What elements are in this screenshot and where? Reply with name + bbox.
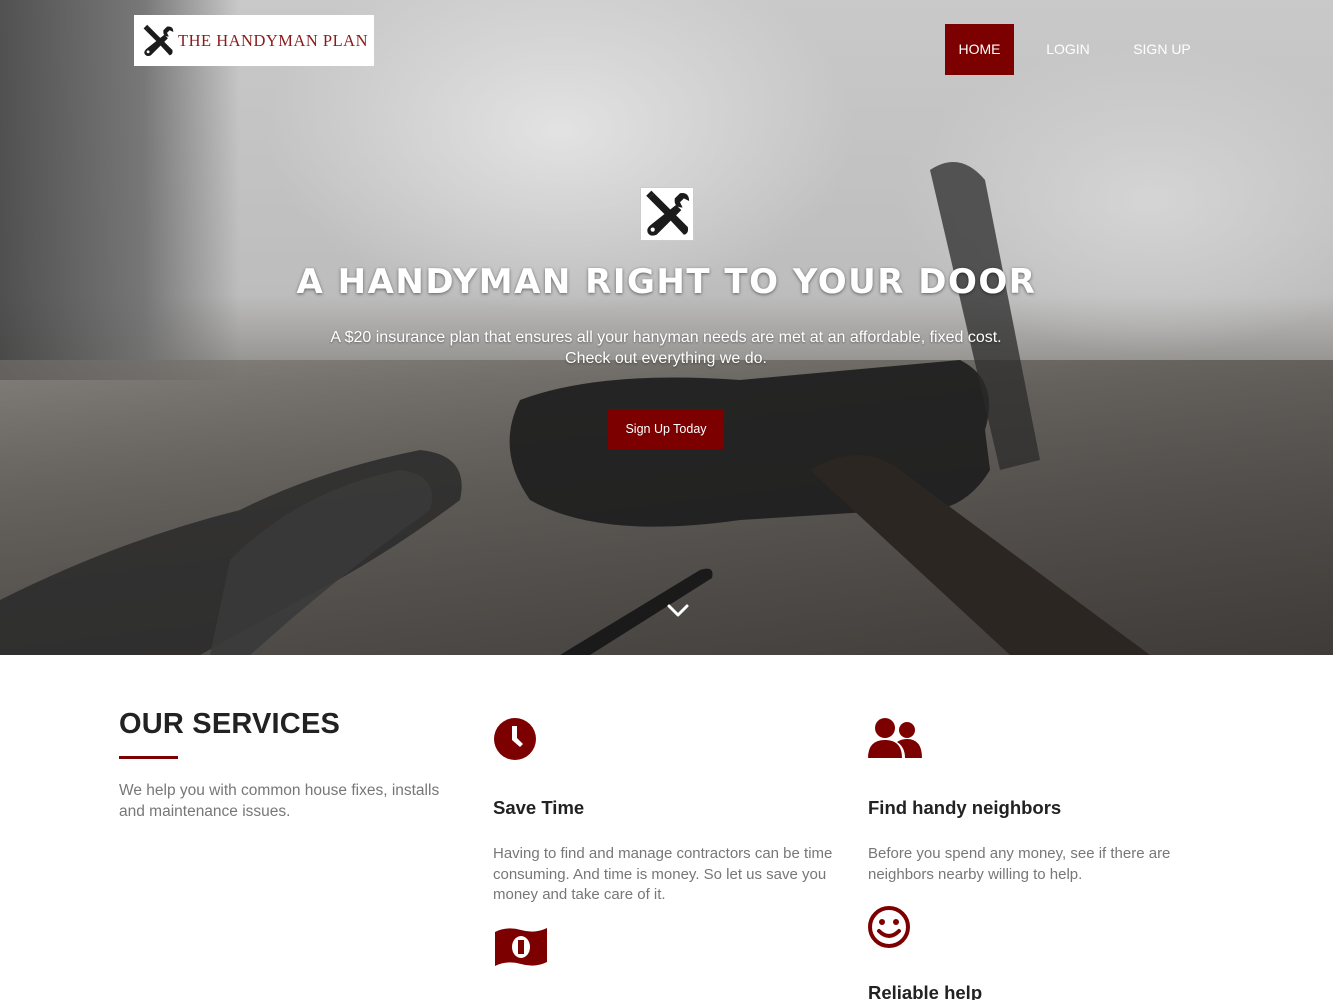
brand-logo[interactable]: THE HANDYMAN PLAN (134, 15, 374, 66)
service-text-find-handy-neighbors: Before you spend any money, see if there… (868, 845, 1171, 883)
sign-up-today-button[interactable]: Sign Up Today (608, 409, 724, 449)
wrench-screwdriver-icon (646, 190, 690, 236)
hero-subtitle-line-1: A $20 insurance plan that ensures all yo… (330, 329, 1002, 346)
clock-icon (494, 718, 536, 760)
smile-icon (868, 906, 910, 948)
users-icon (868, 718, 922, 758)
hero-subtitle: A $20 insurance plan that ensures all yo… (316, 327, 1016, 369)
service-text-save-time: Having to find and manage contractors ca… (493, 845, 833, 903)
service-heading-reliable-help: Reliable help (868, 982, 983, 1000)
brand-name: THE HANDYMAN PLAN (178, 30, 368, 50)
hero-subtitle-line-2: Check out everything we do. (565, 350, 767, 367)
services-title-underline (119, 756, 178, 759)
chevron-down-icon[interactable] (666, 598, 690, 622)
nav-login[interactable]: LOGIN (1036, 24, 1100, 75)
hero-logo (640, 187, 694, 241)
service-heading-save-time: Save Time (493, 797, 585, 818)
hero-section: THE HANDYMAN PLAN HOME LOGIN SIGN UP A H… (0, 0, 1333, 655)
money-icon (495, 928, 547, 966)
service-heading-find-handy-neighbors: Find handy neighbors (868, 797, 1062, 818)
hero-title: A HANDYMAN RIGHT TO YOUR DOOR (296, 262, 1037, 302)
services-description: We help you with common house fixes, ins… (119, 782, 440, 820)
nav-home[interactable]: HOME (945, 24, 1014, 75)
wrench-screwdriver-icon (143, 24, 174, 56)
services-title: OUR SERVICES (119, 708, 341, 740)
nav-sign-up[interactable]: SIGN UP (1124, 24, 1200, 75)
